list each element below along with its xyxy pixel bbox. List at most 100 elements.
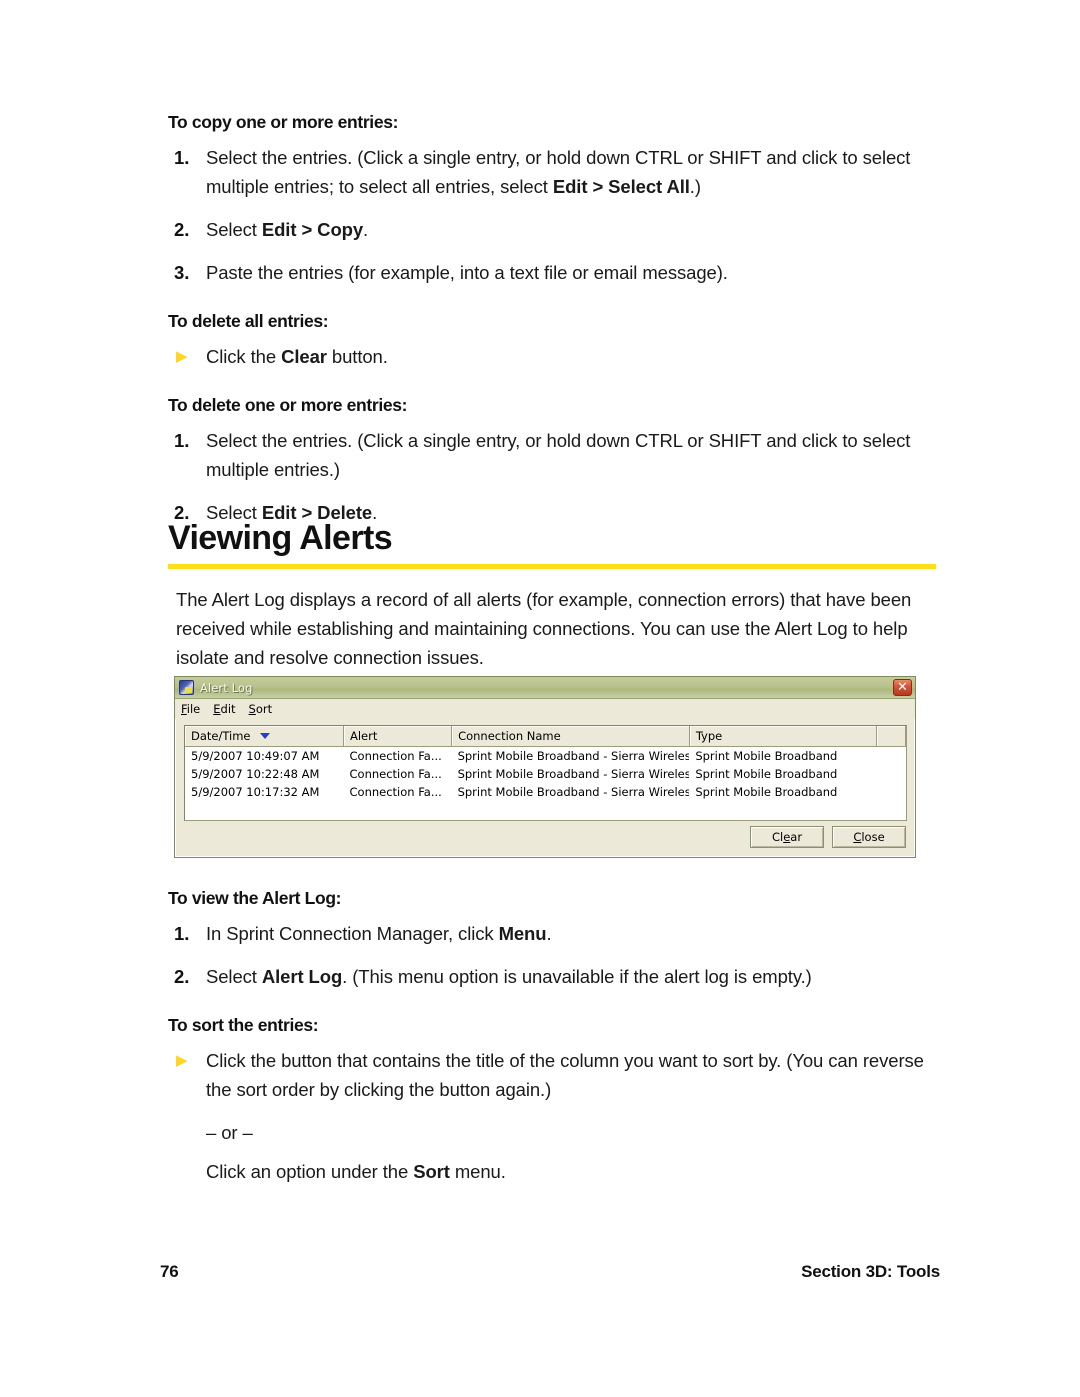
list-sort-entries: ▶ Click the button that contains the titl…	[168, 1046, 938, 1104]
numbered-step: 1. In Sprint Connection Manager, click Me…	[168, 919, 938, 948]
sort-descending-icon	[259, 732, 270, 739]
close-button[interactable]: Close	[832, 826, 906, 848]
or-separator: – or –	[206, 1122, 253, 1143]
numbered-step: 2. Select Alert Log. (This menu option is…	[168, 962, 938, 991]
column-header-type[interactable]: Type	[689, 726, 878, 747]
list-view-alert-log: 1. In Sprint Connection Manager, click Me…	[168, 919, 938, 991]
menu-item-file[interactable]: File	[181, 702, 200, 716]
cell-type: Sprint Mobile Broadband	[695, 784, 838, 799]
dialog-titlebar[interactable]: Alert Log ✕	[175, 677, 915, 699]
list-delete-all-entries: ▶ Click the Clear button.	[168, 342, 938, 371]
alert-log-listview[interactable]: Date/Time Alert Connection Name Type 5/9/20…	[184, 725, 907, 821]
column-header-date-time[interactable]: Date/Time	[185, 726, 344, 747]
cell-type: Sprint Mobile Broadband	[695, 748, 838, 763]
table-header-row: Date/Time Alert Connection Name Type	[185, 726, 906, 747]
body-text: button.	[326, 346, 388, 367]
numbered-step: 2. Select Edit > Copy.	[168, 215, 938, 244]
body-text: Select	[206, 219, 262, 240]
dialog-button-bar: Clear Close	[750, 826, 906, 848]
cell-datetime: 5/9/2007 10:17:32 AM	[191, 784, 320, 799]
body-text: In Sprint Connection Manager, click	[206, 923, 499, 944]
body-text: .)	[689, 176, 701, 197]
step-text: Select Alert Log. (This menu option is u…	[206, 962, 938, 991]
lower-content: To view the Alert Log: 1. In Sprint Conne…	[168, 888, 938, 1200]
step-number: 1.	[174, 147, 190, 168]
emphasis-text: Sort	[413, 1161, 450, 1182]
column-header-alert[interactable]: Alert	[343, 726, 453, 747]
heading-rule	[168, 564, 936, 569]
clear-button[interactable]: Clear	[750, 826, 824, 848]
numbered-step: 1. Select the entries. (Click a single en…	[168, 426, 938, 484]
cell-alert: Connection Fa...	[349, 784, 442, 799]
menu-item-sort[interactable]: Sort	[249, 702, 273, 716]
section-heading-block: Viewing Alerts	[168, 518, 938, 569]
cell-datetime: 5/9/2007 10:22:48 AM	[191, 766, 320, 781]
cell-connection-name: Sprint Mobile Broadband - Sierra Wireles…	[457, 766, 690, 781]
footer-page-number: 76	[160, 1262, 179, 1281]
heading-sort-entries: To sort the entries:	[168, 1015, 319, 1035]
column-header-label: Connection Name	[458, 729, 561, 743]
body-text: Select the entries. (Click a single entr…	[206, 430, 911, 480]
cell-type: Sprint Mobile Broadband	[695, 766, 838, 781]
alert-log-dialog[interactable]: Alert Log ✕ File Edit Sort Date/Time Alert C…	[174, 676, 916, 858]
alert-log-app-icon	[179, 680, 194, 695]
column-header-label: Type	[695, 729, 723, 743]
body-text: . (This menu option is unavailable if th…	[342, 966, 812, 987]
body-text: Click an option under the	[206, 1161, 414, 1182]
heading-delete-all-entries: To delete all entries:	[168, 311, 329, 331]
upper-content: To copy one or more entries: 1. Select th…	[168, 112, 938, 541]
heading-delete-some-entries: To delete one or more entries:	[168, 395, 408, 415]
cell-datetime: 5/9/2007 10:49:07 AM	[191, 748, 320, 763]
list-delete-some-entries: 1. Select the entries. (Click a single en…	[168, 426, 938, 527]
emphasis-text: Alert Log	[261, 966, 343, 987]
bullet-triangle-icon: ▶	[176, 348, 188, 365]
emphasis-text: Edit > Select All	[552, 176, 690, 197]
step-text: Select Edit > Copy.	[206, 215, 938, 244]
cell-connection-name: Sprint Mobile Broadband - Sierra Wireles…	[457, 784, 690, 799]
step-number: 2.	[174, 966, 190, 987]
step-text: Click the button that contains the title…	[206, 1046, 938, 1104]
bullet-triangle-icon: ▶	[176, 1052, 188, 1069]
list-copy-entries: 1. Select the entries. (Click a single en…	[168, 143, 938, 287]
step-number: 3.	[174, 262, 190, 283]
intro-paragraph: The Alert Log displays a record of all a…	[176, 589, 912, 668]
heading-view-alert-log: To view the Alert Log:	[168, 888, 342, 908]
cell-alert: Connection Fa...	[349, 748, 442, 763]
body-text: Click the	[206, 346, 282, 367]
close-icon-glyph: ✕	[897, 680, 908, 695]
cell-spacer	[877, 747, 906, 766]
step-number: 1.	[174, 430, 190, 451]
close-icon[interactable]: ✕	[893, 679, 912, 696]
cell-connection-name: Sprint Mobile Broadband - Sierra Wireles…	[457, 748, 690, 763]
column-header-label: Date/Time	[191, 729, 251, 743]
bullet-item: ▶ Click the button that contains the titl…	[168, 1046, 938, 1104]
step-number: 1.	[174, 923, 190, 944]
emphasis-text: Edit > Copy	[261, 219, 364, 240]
sort-alternative-text: Click an option under the Sort menu.	[168, 1157, 938, 1186]
table-row[interactable]: 5/9/2007 10:22:48 AM Connection Fa... Spri…	[185, 765, 906, 783]
body-text: .	[546, 923, 552, 944]
menu-item-edit[interactable]: Edit	[213, 702, 235, 716]
column-header-spacer[interactable]	[876, 726, 906, 747]
body-text: menu.	[449, 1161, 506, 1182]
emphasis-text: Clear	[281, 346, 327, 367]
body-text: Paste the entries (for example, into a t…	[206, 262, 728, 283]
bullet-item: ▶ Click the Clear button.	[168, 342, 938, 371]
step-text: Select the entries. (Click a single entr…	[206, 143, 938, 201]
dialog-menubar[interactable]: File Edit Sort	[175, 699, 915, 719]
column-header-connection-name[interactable]: Connection Name	[451, 726, 690, 747]
cell-alert: Connection Fa...	[349, 766, 442, 781]
body-text: .	[363, 219, 369, 240]
footer-section-label: Section 3D: Tools	[801, 1262, 940, 1281]
numbered-step: 1. Select the entries. (Click a single en…	[168, 143, 938, 201]
emphasis-text: Menu	[498, 923, 547, 944]
cell-spacer	[877, 765, 906, 783]
table-row[interactable]: 5/9/2007 10:17:32 AM Connection Fa... Spri…	[185, 783, 906, 801]
numbered-step: 3. Paste the entries (for example, into a…	[168, 258, 938, 287]
body-text: Click the button that contains the title…	[206, 1050, 924, 1100]
dialog-title: Alert Log	[200, 680, 253, 695]
table-row[interactable]: 5/9/2007 10:49:07 AM Connection Fa... Spri…	[185, 747, 906, 766]
body-text: Select	[206, 966, 262, 987]
cell-spacer	[877, 783, 906, 801]
document-page: To copy one or more entries: 1. Select th…	[0, 0, 1080, 1397]
